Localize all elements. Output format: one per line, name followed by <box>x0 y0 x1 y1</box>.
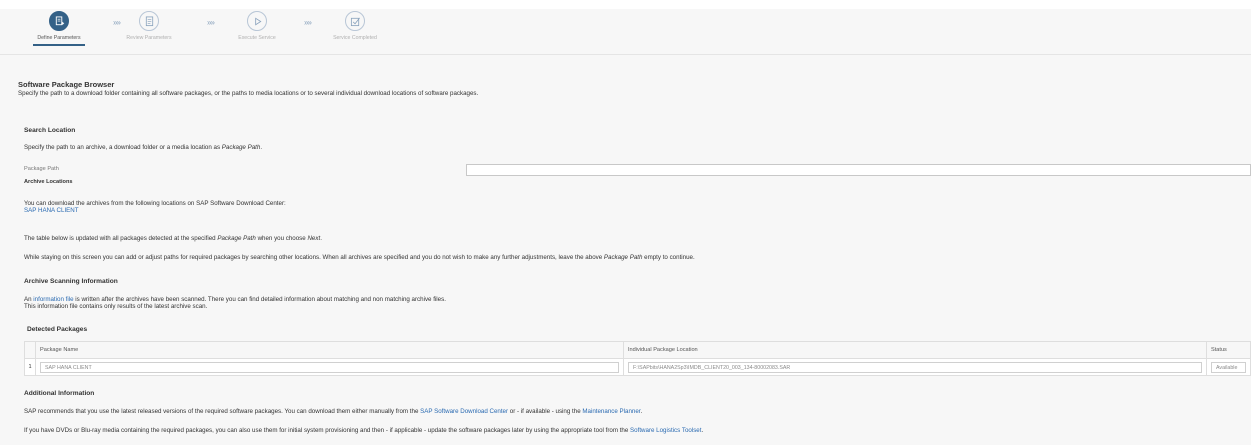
top-bar <box>0 0 1251 9</box>
wizard-step-execute-service[interactable]: Execute Service <box>212 11 302 44</box>
table-header-row: Package Name Individual Package Location… <box>24 341 1251 359</box>
status-field: Available <box>1211 361 1246 373</box>
package-location-cell: F:\SAPbits\HANA2Sp3\IMDB_CLIENT20_003_13… <box>623 358 1207 376</box>
review-document-icon <box>139 11 159 31</box>
search-location-heading: Search Location <box>24 127 76 134</box>
wizard-step-label: Define Parameters <box>33 35 85 46</box>
additional-information-heading: Additional Information <box>24 390 95 397</box>
detected-packages-heading: Detected Packages <box>27 326 88 333</box>
scanning-text: is written after the archives have been … <box>73 296 446 303</box>
search-location-intro: Specify the path to an archive, a downlo… <box>24 144 262 151</box>
wizard-step-define-parameters[interactable]: Define Parameters <box>14 11 104 46</box>
package-name-cell: SAP HANA CLIENT <box>35 358 624 376</box>
scanning-text: An <box>24 296 34 303</box>
play-icon <box>247 11 267 31</box>
staying-note-emphasis: Package Path <box>603 254 643 261</box>
table-note-emphasis: Next <box>307 235 321 242</box>
table-note-emphasis: Package Path <box>217 235 256 242</box>
archive-locations-text: You can download the archives from the f… <box>24 200 286 207</box>
scanning-line-1: An information file is written after the… <box>24 296 446 303</box>
table-note-text: . <box>320 235 322 242</box>
additional-paragraph-2: If you have DVDs or Blu-ray media contai… <box>24 427 703 434</box>
staying-note-text: While staying on this screen you can add… <box>24 254 604 261</box>
column-header-package-location[interactable]: Individual Package Location <box>623 341 1207 359</box>
checkbox-done-icon <box>345 11 365 31</box>
package-location-field[interactable]: F:\SAPbits\HANA2Sp3\IMDB_CLIENT20_003_13… <box>628 361 1202 373</box>
row-number-header <box>24 341 36 359</box>
wizard-roadmap: Define Parameters »» Review Parameters »… <box>0 9 1251 55</box>
information-file-link[interactable]: information file <box>33 296 73 303</box>
package-path-label: Package Path <box>24 166 59 172</box>
additional-text: . <box>701 427 704 434</box>
table-note-text: The table below is updated with all pack… <box>24 235 218 242</box>
detected-packages-table: Package Name Individual Package Location… <box>24 341 1251 376</box>
wizard-step-label: Execute Service <box>238 35 276 41</box>
additional-text: . <box>640 408 643 415</box>
additional-text: SAP recommends that you use the latest r… <box>24 408 421 415</box>
wizard-step-review-parameters[interactable]: Review Parameters <box>104 11 194 44</box>
staying-note: While staying on this screen you can add… <box>24 254 695 261</box>
archive-locations-heading: Archive Locations <box>24 179 73 185</box>
additional-text: or - if available - using the <box>508 408 583 415</box>
page-description: Specify the path to a download folder co… <box>18 90 479 97</box>
intro-text: Specify the path to an archive, a downlo… <box>24 144 222 151</box>
row-number: 1 <box>24 358 36 376</box>
additional-paragraph-1: SAP recommends that you use the latest r… <box>24 408 642 415</box>
package-name-field[interactable]: SAP HANA CLIENT <box>40 361 619 373</box>
status-cell: Available <box>1206 358 1251 376</box>
archive-scanning-heading: Archive Scanning Information <box>24 278 118 285</box>
wizard-step-label: Service Completed <box>333 35 377 41</box>
software-logistics-toolset-link[interactable]: Software Logistics Toolset <box>630 427 701 434</box>
table-note: The table below is updated with all pack… <box>24 235 322 242</box>
maintenance-planner-link[interactable]: Maintenance Planner <box>582 408 640 415</box>
column-header-status[interactable]: Status <box>1206 341 1251 359</box>
table-note-text: when you choose <box>255 235 308 242</box>
column-header-package-name[interactable]: Package Name <box>35 341 624 359</box>
additional-text: If you have DVDs or Blu-ray media contai… <box>24 427 631 434</box>
package-path-input[interactable] <box>466 164 1251 176</box>
table-row[interactable]: 1 SAP HANA CLIENT F:\SAPbits\HANA2Sp3\IM… <box>24 358 1251 376</box>
page-title: Software Package Browser <box>18 80 115 89</box>
wizard-step-label: Review Parameters <box>126 35 172 41</box>
intro-emphasis: Package Path <box>221 144 261 151</box>
scanning-line-2: This information file contains only resu… <box>24 303 208 310</box>
wizard-step-service-completed[interactable]: Service Completed <box>310 11 400 44</box>
sap-hana-client-link[interactable]: SAP HANA CLIENT <box>24 207 79 214</box>
staying-note-text: empty to continue. <box>642 254 695 261</box>
document-edit-icon <box>49 11 69 31</box>
software-download-center-link[interactable]: SAP Software Download Center <box>420 408 508 415</box>
intro-suffix: . <box>260 144 263 151</box>
